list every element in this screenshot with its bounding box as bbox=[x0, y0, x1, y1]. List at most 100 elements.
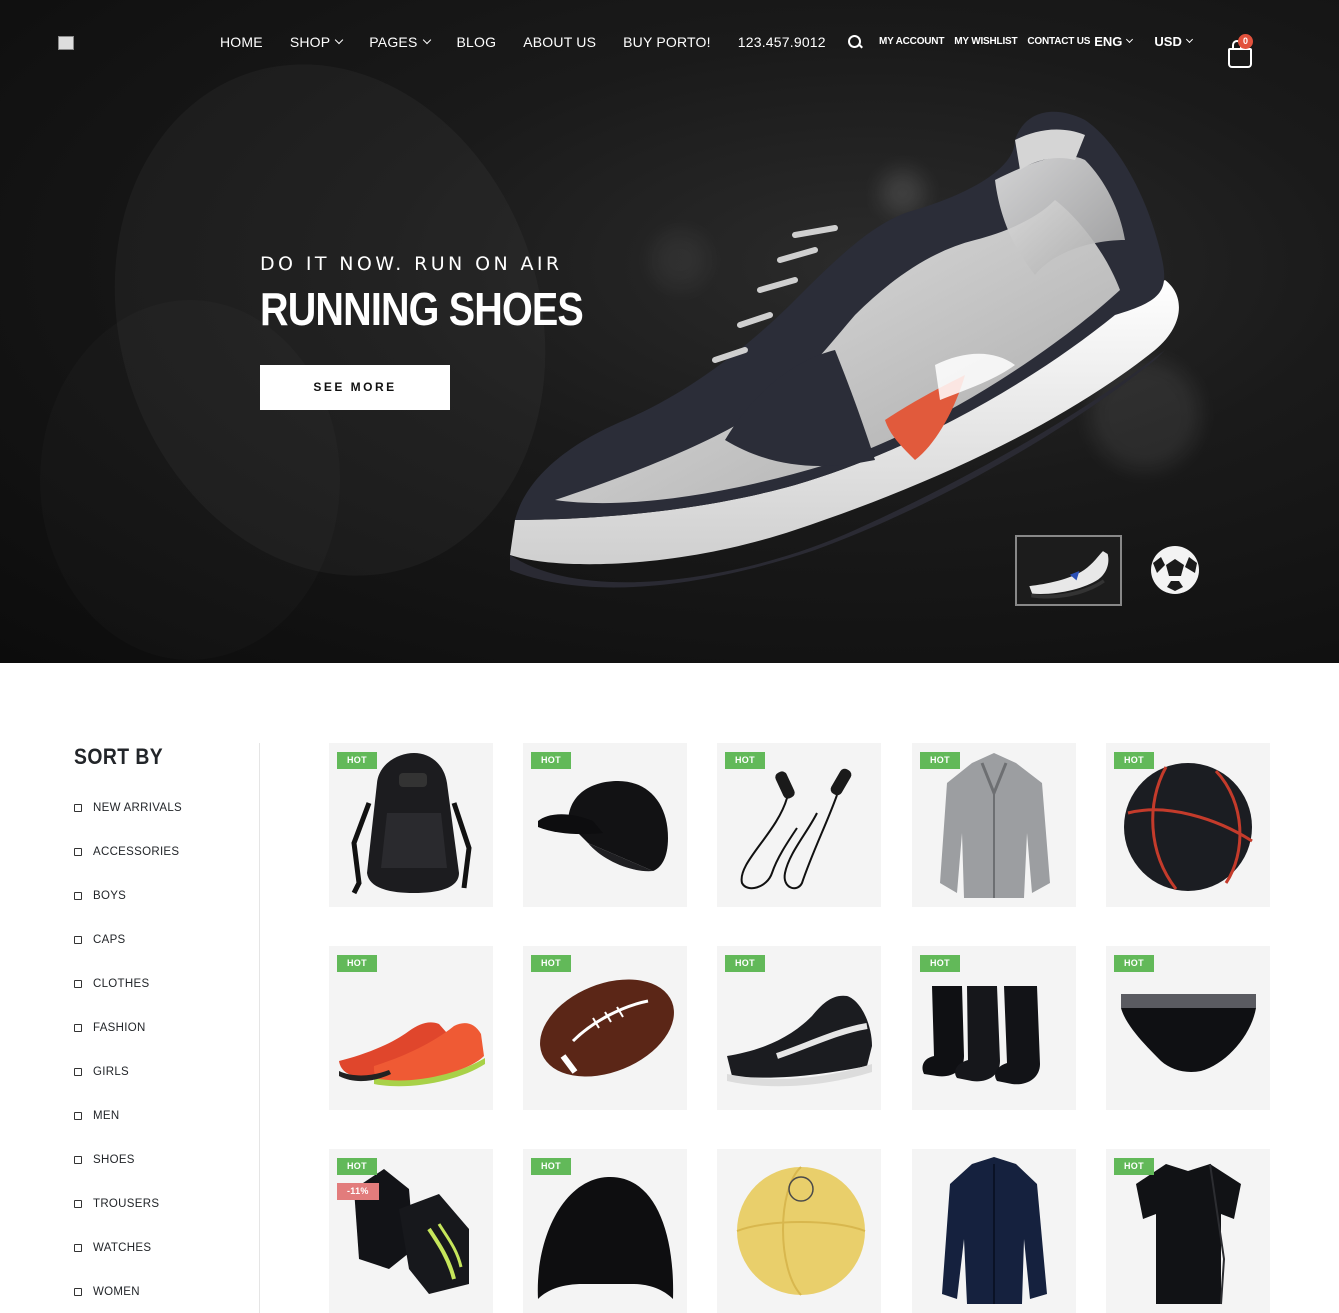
language-select[interactable]: ENG bbox=[1094, 34, 1134, 49]
checkbox[interactable] bbox=[74, 1024, 82, 1032]
nav-shop[interactable]: SHOP bbox=[290, 34, 344, 50]
running-shoe-thumb-icon bbox=[1029, 551, 1109, 599]
filter-clothes[interactable]: CLOTHES bbox=[74, 978, 182, 1022]
soccer-ball-thumb-icon bbox=[1151, 546, 1199, 594]
filter-women[interactable]: WOMEN bbox=[74, 1286, 182, 1313]
see-more-button[interactable]: SEE MORE bbox=[260, 365, 450, 410]
filter-label: GIRLS bbox=[93, 1066, 130, 1078]
sort-by-title: SORT BY bbox=[74, 744, 164, 769]
hot-badge: HOT bbox=[531, 955, 571, 972]
filter-watches[interactable]: WATCHES bbox=[74, 1242, 182, 1286]
checkbox[interactable] bbox=[74, 936, 82, 944]
filter-label: FASHION bbox=[93, 1022, 146, 1034]
product-card-cap[interactable]: HOT bbox=[523, 743, 687, 907]
chevron-down-icon bbox=[422, 35, 431, 45]
checkbox[interactable] bbox=[74, 1156, 82, 1164]
header-tools: MY ACCOUNT MY WISHLIST CONTACT US ENG US… bbox=[848, 34, 1214, 49]
yellow-soccer-ball-image bbox=[736, 1166, 866, 1296]
checkbox[interactable] bbox=[74, 1112, 82, 1120]
checkbox[interactable] bbox=[74, 848, 82, 856]
currency-select[interactable]: USD bbox=[1154, 34, 1193, 49]
hero-background-shadow bbox=[40, 300, 340, 660]
nav-phone[interactable]: 123.457.9012 bbox=[738, 34, 826, 50]
product-card-briefs[interactable]: HOT bbox=[1106, 946, 1270, 1110]
filter-label: BOYS bbox=[93, 890, 127, 902]
filter-label: WOMEN bbox=[93, 1286, 140, 1298]
hot-badge: HOT bbox=[1114, 1158, 1154, 1175]
sidebar-divider bbox=[259, 743, 260, 1313]
hot-badge: HOT bbox=[531, 752, 571, 769]
filter-boys[interactable]: BOYS bbox=[74, 890, 182, 934]
product-card-jump-rope[interactable]: HOT bbox=[717, 743, 881, 907]
filter-girls[interactable]: GIRLS bbox=[74, 1066, 182, 1110]
hot-badge: HOT bbox=[337, 752, 377, 769]
product-card-sneaker[interactable]: HOT bbox=[717, 946, 881, 1110]
checkbox[interactable] bbox=[74, 892, 82, 900]
hot-badge: HOT bbox=[337, 1158, 377, 1175]
filter-list: NEW ARRIVALS ACCESSORIES BOYS CAPS CLOTH… bbox=[74, 802, 182, 1313]
filter-label: CLOTHES bbox=[93, 978, 150, 990]
product-card-backpack[interactable]: HOT bbox=[329, 743, 493, 907]
product-card-jacket[interactable]: HOT bbox=[912, 743, 1076, 907]
track-jacket-image bbox=[942, 1157, 1047, 1304]
nav-pages[interactable]: PAGES bbox=[369, 34, 431, 50]
product-card-socks[interactable]: HOT bbox=[912, 946, 1076, 1110]
filter-fashion[interactable]: FASHION bbox=[74, 1022, 182, 1066]
hot-badge: HOT bbox=[725, 752, 765, 769]
filter-accessories[interactable]: ACCESSORIES bbox=[74, 846, 182, 890]
search-icon[interactable] bbox=[848, 34, 862, 49]
site-logo[interactable] bbox=[58, 36, 74, 50]
hot-badge: HOT bbox=[725, 955, 765, 972]
cart-icon-body bbox=[1228, 48, 1252, 68]
slide-thumb-ball[interactable] bbox=[1137, 535, 1227, 606]
filter-men[interactable]: MEN bbox=[74, 1110, 182, 1154]
product-card-running-shoes[interactable]: HOT bbox=[329, 946, 493, 1110]
filter-trousers[interactable]: TROUSERS bbox=[74, 1198, 182, 1242]
nav-label: PAGES bbox=[369, 34, 418, 50]
checkbox[interactable] bbox=[74, 1288, 82, 1296]
nav-about-us[interactable]: ABOUT US bbox=[523, 34, 596, 50]
product-card-soccer-ball[interactable] bbox=[717, 1149, 881, 1313]
product-card-swim-cap[interactable]: HOT bbox=[523, 1149, 687, 1313]
filter-label: CAPS bbox=[93, 934, 126, 946]
checkbox[interactable] bbox=[74, 980, 82, 988]
filter-caps[interactable]: CAPS bbox=[74, 934, 182, 978]
product-card-track-jacket[interactable] bbox=[912, 1149, 1076, 1313]
filter-label: TROUSERS bbox=[93, 1198, 160, 1210]
sort-sidebar: SORT BY NEW ARRIVALS ACCESSORIES BOYS CA… bbox=[74, 744, 182, 1298]
product-card-american-football[interactable]: HOT bbox=[523, 946, 687, 1110]
filter-label: WATCHES bbox=[93, 1242, 152, 1254]
slide-thumb-shoe[interactable] bbox=[1015, 535, 1122, 606]
product-card-t-shirt[interactable]: HOT bbox=[1106, 1149, 1270, 1313]
chevron-down-icon bbox=[335, 35, 344, 45]
filter-label: NEW ARRIVALS bbox=[93, 802, 183, 814]
checkbox[interactable] bbox=[74, 1200, 82, 1208]
nav-buy-porto[interactable]: BUY PORTO! bbox=[623, 34, 711, 50]
my-account-link[interactable]: MY ACCOUNT bbox=[879, 36, 944, 47]
hero-slider: HOME SHOP PAGES BLOG ABOUT US BUY PORTO!… bbox=[0, 0, 1339, 663]
product-card-gloves[interactable]: HOT -11% bbox=[329, 1149, 493, 1313]
nav-label: BUY PORTO! bbox=[623, 34, 711, 50]
hot-badge: HOT bbox=[1114, 752, 1154, 769]
nav-label: 123.457.9012 bbox=[737, 34, 826, 50]
cart-button[interactable]: 0 bbox=[1228, 34, 1253, 68]
discount-badge: -11% bbox=[337, 1183, 379, 1200]
filter-new-arrivals[interactable]: NEW ARRIVALS bbox=[74, 802, 182, 846]
nav-blog[interactable]: BLOG bbox=[457, 34, 497, 50]
filter-label: SHOES bbox=[93, 1154, 135, 1166]
product-card-basketball[interactable]: HOT bbox=[1106, 743, 1270, 907]
contact-us-link[interactable]: CONTACT US bbox=[1027, 36, 1090, 47]
main-nav: HOME SHOP PAGES BLOG ABOUT US BUY PORTO!… bbox=[220, 34, 853, 50]
hot-badge: HOT bbox=[920, 752, 960, 769]
hot-badge: HOT bbox=[337, 955, 377, 972]
nav-label: HOME bbox=[220, 34, 263, 50]
my-wishlist-link[interactable]: MY WISHLIST bbox=[954, 36, 1017, 47]
filter-shoes[interactable]: SHOES bbox=[74, 1154, 182, 1198]
currency-value: USD bbox=[1154, 34, 1182, 49]
checkbox[interactable] bbox=[74, 1068, 82, 1076]
checkbox[interactable] bbox=[74, 804, 82, 812]
checkbox[interactable] bbox=[74, 1244, 82, 1252]
nav-home[interactable]: HOME bbox=[220, 34, 263, 50]
nav-label: BLOG bbox=[456, 34, 497, 50]
hot-badge: HOT bbox=[920, 955, 960, 972]
